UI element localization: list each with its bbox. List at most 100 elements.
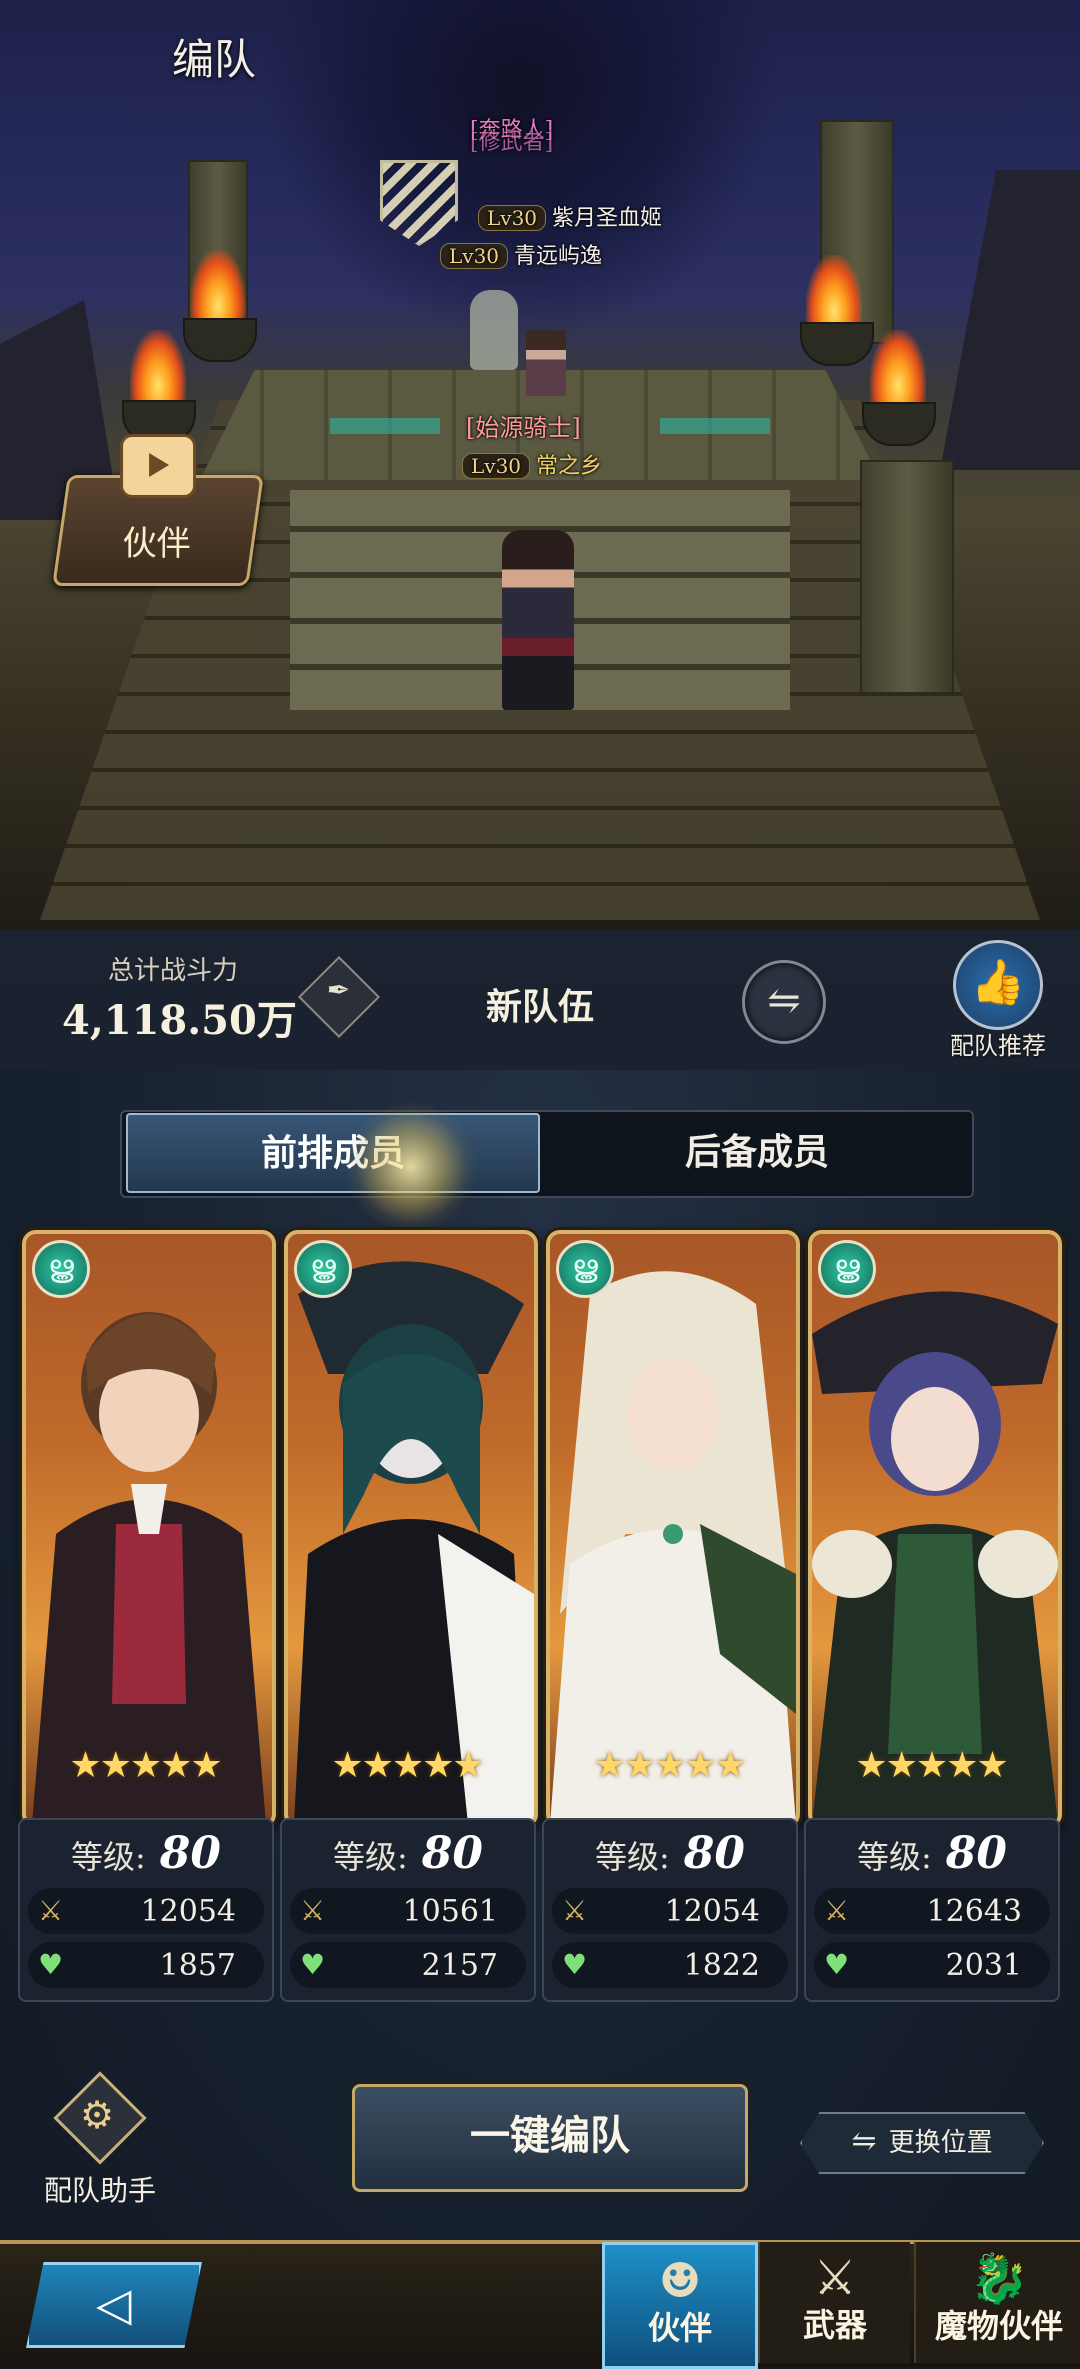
member-tabs: 前排成员 后备成员 [120, 1110, 974, 1198]
ghost-sprite [470, 290, 518, 370]
sprite-name: 紫月圣血姬 [552, 206, 663, 231]
nav-tab-monster-partner[interactable]: 🐉 魔物伙伴 [914, 2242, 1080, 2363]
level-value: 80 [421, 1828, 484, 1879]
card-stats: 等级: 80 ⚔ 12054 ♥ 1822 [542, 1818, 798, 2002]
nav-tab-weapon[interactable]: ⚔ 武器 [758, 2242, 910, 2363]
quill-icon: ✒ [326, 973, 351, 1007]
tv-play-icon [120, 434, 197, 498]
pillar [860, 460, 954, 694]
sprite-nameplate: Lv30 常之乡 [462, 448, 602, 480]
level-badge: Lv30 [462, 453, 531, 479]
swap-position-label: 更换位置 [888, 2128, 993, 2158]
wind-element-icon: ൠ [32, 1240, 90, 1298]
hp-row: ♥ 2031 [814, 1942, 1050, 1988]
crossed-swords-icon: ⚔ [813, 2250, 857, 2306]
character-portrait [294, 1261, 534, 1824]
tab-front-members[interactable]: 前排成员 [126, 1113, 540, 1193]
level-label: 等级: [856, 1838, 932, 1876]
swords-icon: ⚔ [562, 1894, 588, 1927]
member-card[interactable]: ൠ ★★★★★ 等级: 80 ⚔ 10561 ♥ 2157 [280, 1230, 538, 2002]
team-recommend-button[interactable]: 👍 配队推荐 [940, 940, 1056, 1060]
attack-value: 12643 [926, 1894, 1022, 1929]
swap-arrows-icon: ⇋ [767, 978, 801, 1024]
partner-silhouette-icon: ☻ [658, 2253, 702, 2309]
star-rating: ★★★★★ [855, 1745, 1008, 1786]
hp-row: ♥ 1822 [552, 1942, 788, 1988]
auto-formation-button[interactable]: 一键编队 [352, 2084, 748, 2192]
gear-icon: ⚙ [80, 2093, 115, 2137]
card-frame [22, 1230, 276, 1828]
partner-video-button[interactable]: 伙伴 [52, 434, 264, 586]
heart-icon: ♥ [562, 1948, 588, 1981]
level-value: 80 [159, 1828, 222, 1879]
member-card[interactable]: ൠ ★★★★★ 等级: 80 ⚔ 12643 ♥ 2031 [804, 1230, 1062, 2002]
character-sprite [526, 330, 566, 396]
level-row: 等级: 80 [282, 1828, 534, 1879]
team-assistant-button[interactable]: ⚙ 配队助手 [40, 2071, 160, 2207]
wind-element-icon: ൠ [556, 1240, 614, 1298]
hp-value: 1857 [159, 1948, 236, 1983]
card-stats: 等级: 80 ⚔ 10561 ♥ 2157 [280, 1818, 536, 2002]
flame [130, 330, 186, 410]
level-row: 等级: 80 [806, 1828, 1058, 1879]
dragon-icon: 🐉 [969, 2251, 1029, 2307]
page-title: 编队 [172, 35, 257, 84]
swords-icon: ⚔ [300, 1894, 326, 1927]
swap-position-button[interactable]: ⇋ 更换位置 [800, 2112, 1044, 2174]
player-sprite[interactable] [502, 530, 574, 710]
character-portrait [32, 1312, 266, 1824]
level-badge: Lv30 [478, 205, 547, 231]
heart-icon: ♥ [300, 1948, 326, 1981]
brazier [800, 322, 874, 366]
swords-icon: ⚔ [38, 1894, 64, 1927]
card-frame [546, 1230, 800, 1828]
star-rating: ★★★★★ [331, 1745, 484, 1786]
level-label: 等级: [594, 1838, 670, 1876]
hp-value: 1822 [683, 1948, 760, 1983]
member-card[interactable]: ൠ ★★★★★ 等级: 80 ⚔ 12054 ♥ 1857 [18, 1230, 276, 2002]
level-label: 等级: [70, 1838, 146, 1876]
thumbs-up-icon: 👍 [953, 940, 1043, 1030]
nav-tab-partner-label: 伙伴 [647, 2309, 712, 2347]
nav-tab-monster-label: 魔物伙伴 [934, 2307, 1063, 2345]
sparkle-effect [346, 1102, 476, 1232]
hp-value: 2157 [421, 1948, 498, 1983]
team-name: 新队伍 [486, 986, 595, 1028]
sprite-name: 青远屿逸 [514, 244, 603, 269]
attack-value: 12054 [140, 1894, 236, 1929]
card-frame [284, 1230, 538, 1828]
glow-tile [330, 418, 440, 434]
star-rating: ★★★★★ [69, 1745, 222, 1786]
attack-value: 12054 [664, 1894, 760, 1929]
switch-team-button[interactable]: ⇋ [742, 960, 826, 1044]
wind-element-icon: ൠ [818, 1240, 876, 1298]
level-label: 等级: [332, 1838, 408, 1876]
card-frame [808, 1230, 1062, 1828]
back-button[interactable]: ◁ [26, 2262, 202, 2348]
sprite-nameplate: Lv30 青远屿逸 [440, 238, 602, 270]
nav-tab-weapon-label: 武器 [802, 2306, 867, 2344]
level-row: 等级: 80 [544, 1828, 796, 1879]
level-value: 80 [683, 1828, 746, 1879]
tree-silhouette [260, 0, 780, 340]
attack-row: ⚔ 12054 [28, 1888, 264, 1934]
back-arrow-icon: ◁ [96, 2277, 132, 2331]
swap-arrows-icon: ⇋ [851, 2124, 877, 2159]
nav-tab-partner[interactable]: ☻ 伙伴 [602, 2242, 758, 2369]
character-portrait [550, 1271, 796, 1824]
total-power-label: 总计战斗力 [108, 956, 239, 986]
tab-reserve-members[interactable]: 后备成员 [552, 1112, 962, 1192]
battle-scene: [奔路人] [修武者] Lv30 紫月圣血姬 Lv30 青远屿逸 [始源骑士] Lv… [0, 0, 1080, 930]
hp-row: ♥ 1857 [28, 1942, 264, 1988]
flame [870, 330, 926, 410]
hp-value: 2031 [945, 1948, 1022, 1983]
card-stats: 等级: 80 ⚔ 12643 ♥ 2031 [804, 1818, 1060, 2002]
card-stats: 等级: 80 ⚔ 12054 ♥ 1857 [18, 1818, 274, 2002]
attack-row: ⚔ 10561 [290, 1888, 526, 1934]
partner-video-label: 伙伴 [122, 524, 191, 564]
team-recommend-label: 配队推荐 [950, 1032, 1046, 1060]
member-card[interactable]: ൠ ★★★★★ 等级: 80 ⚔ 12054 ♥ 1822 [542, 1230, 800, 2002]
star-rating: ★★★★★ [593, 1745, 746, 1786]
attack-row: ⚔ 12643 [814, 1888, 1050, 1934]
sprite-tag: [始源骑士] [466, 414, 581, 442]
